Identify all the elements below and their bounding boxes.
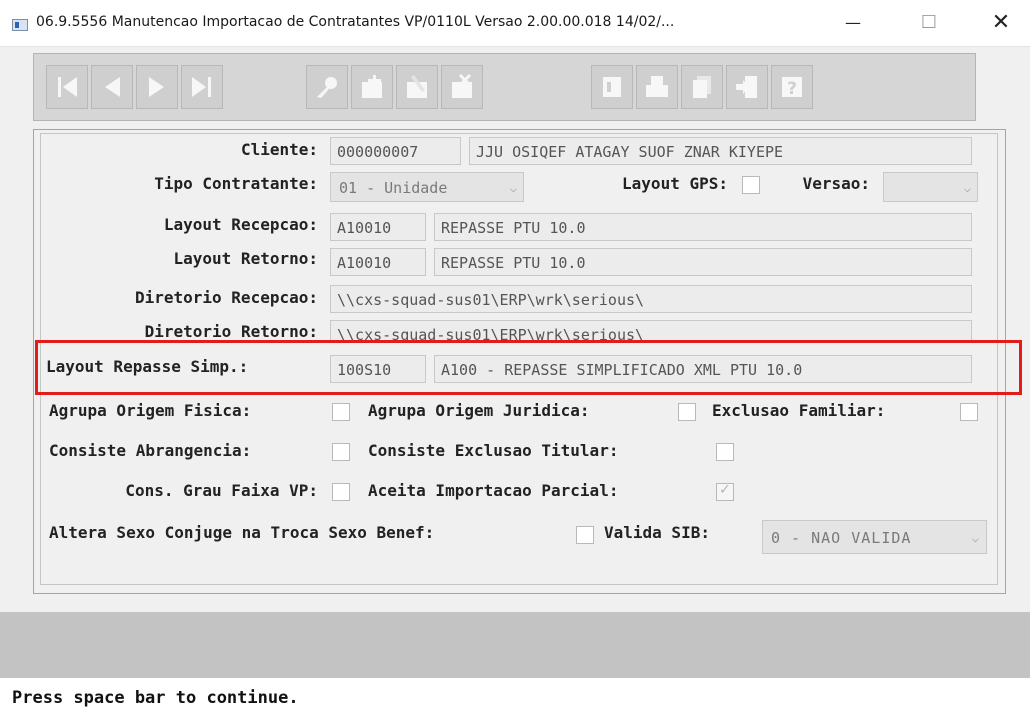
- edit-icon: [407, 75, 427, 98]
- valida-sib-value: 0 - NAO VALIDA: [771, 529, 912, 547]
- diretorio-retorno-field[interactable]: \\cxs-squad-sus01\ERP\wrk\serious\: [330, 320, 972, 340]
- previous-record-button[interactable]: [91, 65, 133, 109]
- delete-icon: [452, 73, 472, 98]
- cons-grau-faixa-vp-label: Cons. Grau Faixa VP:: [125, 481, 318, 500]
- maximize-button[interactable]: ☐: [906, 4, 952, 42]
- edit-button[interactable]: [396, 65, 438, 109]
- status-bar: Press space bar to continue.: [0, 678, 1030, 719]
- layout-recepcao-desc-field[interactable]: REPASSE PTU 10.0: [434, 213, 972, 241]
- layout-recepcao-code-field[interactable]: A10010: [330, 213, 426, 241]
- navigation-toolbar: ?: [33, 53, 976, 121]
- aceita-importacao-parcial-checkbox[interactable]: [716, 482, 734, 501]
- diretorio-recepcao-field[interactable]: \\cxs-squad-sus01\ERP\wrk\serious\: [330, 285, 972, 313]
- print-button[interactable]: [636, 65, 678, 109]
- first-icon: [58, 77, 77, 97]
- minimize-button[interactable]: —: [830, 4, 876, 42]
- next-icon: [149, 77, 164, 97]
- exclusao-familiar-label: Exclusao Familiar:: [712, 401, 886, 420]
- cliente-code-field[interactable]: 000000007: [330, 137, 461, 165]
- agrupa-origem-juridica-label: Agrupa Origem Juridica:: [368, 401, 590, 420]
- consiste-exclusao-titular-checkbox[interactable]: [716, 443, 734, 461]
- tipo-contratante-value: 01 - Unidade: [339, 179, 448, 197]
- cliente-name-field[interactable]: JJU OSIQEF ATAGAY SUOF ZNAR KIYEPE: [469, 137, 972, 165]
- filter-button[interactable]: [591, 65, 633, 109]
- add-button[interactable]: [351, 65, 393, 109]
- layout-gps-label: Layout GPS:: [622, 174, 728, 193]
- highlight-box: [35, 340, 1022, 395]
- aceita-importacao-parcial-label: Aceita Importacao Parcial:: [368, 481, 619, 500]
- consiste-exclusao-titular-label: Consiste Exclusao Titular:: [368, 441, 619, 460]
- cliente-label: Cliente:: [240, 140, 318, 159]
- app-icon: [12, 19, 28, 31]
- cons-grau-faixa-vp-checkbox[interactable]: [332, 483, 350, 501]
- message-area: [0, 612, 1030, 678]
- help-icon: ?: [782, 77, 802, 99]
- key-search-icon: [317, 77, 337, 98]
- print-icon: [646, 76, 668, 97]
- altera-sexo-conjuge-checkbox[interactable]: [576, 526, 594, 544]
- versao-select[interactable]: ⌵: [883, 172, 978, 202]
- chevron-down-icon: ⌵: [963, 181, 971, 195]
- filter-icon: [603, 77, 621, 97]
- agrupa-origem-fisica-label: Agrupa Origem Fisica:: [49, 401, 252, 420]
- add-icon: [362, 75, 382, 98]
- delete-button[interactable]: [441, 65, 483, 109]
- diretorio-retorno-row: Diretorio Retorno: \\cxs-squad-sus01\ERP…: [40, 318, 980, 340]
- layout-recepcao-label: Layout Recepcao:: [163, 215, 318, 234]
- window-title: 06.9.5556 Manutencao Importacao de Contr…: [36, 14, 675, 30]
- valida-sib-label: Valida SIB:: [604, 523, 710, 542]
- copy-icon: [693, 76, 711, 98]
- last-icon: [192, 77, 211, 97]
- chevron-down-icon: ⌵: [509, 181, 517, 195]
- prev-icon: [105, 77, 120, 97]
- agrupa-origem-juridica-checkbox[interactable]: [678, 403, 696, 421]
- layout-retorno-code-field[interactable]: A10010: [330, 248, 426, 276]
- layout-retorno-label: Layout Retorno:: [173, 249, 319, 268]
- consiste-abrangencia-label: Consiste Abrangencia:: [49, 441, 252, 460]
- help-button[interactable]: ?: [771, 65, 813, 109]
- copy-button[interactable]: [681, 65, 723, 109]
- first-record-button[interactable]: [46, 65, 88, 109]
- next-record-button[interactable]: [136, 65, 178, 109]
- agrupa-origem-fisica-checkbox[interactable]: [332, 403, 350, 421]
- layout-retorno-desc-field[interactable]: REPASSE PTU 10.0: [434, 248, 972, 276]
- exclusao-familiar-checkbox[interactable]: [960, 403, 978, 421]
- valida-sib-select[interactable]: 0 - NAO VALIDA ⌵: [762, 520, 987, 554]
- altera-sexo-conjuge-label: Altera Sexo Conjuge na Troca Sexo Benef:: [49, 523, 435, 542]
- chevron-down-icon: ⌵: [971, 531, 980, 545]
- diretorio-recepcao-label: Diretorio Recepcao:: [134, 288, 318, 307]
- tipo-contratante-select[interactable]: 01 - Unidade ⌵: [330, 172, 524, 202]
- consiste-abrangencia-checkbox[interactable]: [332, 443, 350, 461]
- close-button[interactable]: ✕: [978, 4, 1024, 42]
- diretorio-retorno-label: Diretorio Retorno:: [144, 322, 318, 340]
- last-record-button[interactable]: [181, 65, 223, 109]
- tipo-contratante-label: Tipo Contratante:: [154, 174, 318, 193]
- layout-gps-checkbox[interactable]: [742, 176, 760, 194]
- window-titlebar: 06.9.5556 Manutencao Importacao de Contr…: [0, 0, 1030, 47]
- goto-button[interactable]: [726, 65, 768, 109]
- search-button[interactable]: [306, 65, 348, 109]
- status-message: Press space bar to continue.: [12, 688, 299, 708]
- goto-icon: [736, 76, 757, 98]
- svg-text:?: ?: [787, 79, 797, 99]
- versao-label: Versao:: [802, 174, 870, 193]
